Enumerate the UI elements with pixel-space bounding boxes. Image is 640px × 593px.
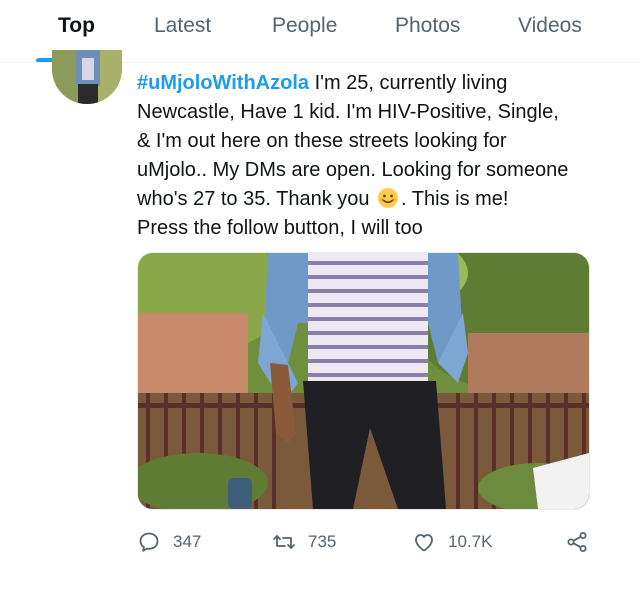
hashtag-link[interactable]: #uMjoloWithAzola: [137, 72, 309, 94]
retweet-button[interactable]: 735: [272, 528, 336, 556]
like-button[interactable]: 10.7K: [412, 528, 492, 556]
retweet-count: 735: [308, 532, 337, 551]
tweet-text: #uMjoloWithAzola I'm 25, currently livin…: [137, 69, 607, 243]
tab-photos[interactable]: Photos: [395, 14, 460, 38]
tab-videos[interactable]: Videos: [518, 14, 582, 38]
smiling-face-emoji-icon: [377, 187, 399, 209]
retweet-arrows-icon: [273, 535, 295, 549]
heart-icon: [415, 534, 433, 552]
reply-button[interactable]: 347: [137, 528, 201, 556]
tweet-text-line-2: Newcastle, Have 1 kid. I'm HIV-Positive,…: [137, 101, 559, 123]
tweet-text-line-4: uMjolo.. My DMs are open. Looking for so…: [137, 159, 569, 181]
like-count: 10.7K: [448, 532, 493, 551]
tab-top[interactable]: Top: [58, 14, 95, 38]
tweet-photo[interactable]: [137, 252, 590, 510]
tab-latest[interactable]: Latest: [154, 14, 211, 38]
tweet-text-line-5b: . This is me!: [401, 188, 509, 210]
speech-bubble-icon: [139, 532, 159, 552]
share-button[interactable]: [565, 528, 589, 556]
reply-count: 347: [173, 532, 202, 551]
tweet-actions: 347 735 10.7K: [137, 528, 597, 558]
tweet-text-line-5a: who's 27 to 35. Thank you: [137, 188, 376, 210]
avatar-photo: [52, 50, 122, 104]
tab-people[interactable]: People: [272, 14, 337, 38]
avatar[interactable]: [52, 50, 122, 104]
tweet-text-line-1: I'm 25, currently living: [309, 72, 508, 94]
tweet-text-line-3: & I'm out here on these streets looking …: [137, 130, 507, 152]
share-icon: [567, 532, 587, 552]
photo-illustration: [138, 253, 589, 509]
tweet-text-line-6: Press the follow button, I will too: [137, 217, 423, 239]
